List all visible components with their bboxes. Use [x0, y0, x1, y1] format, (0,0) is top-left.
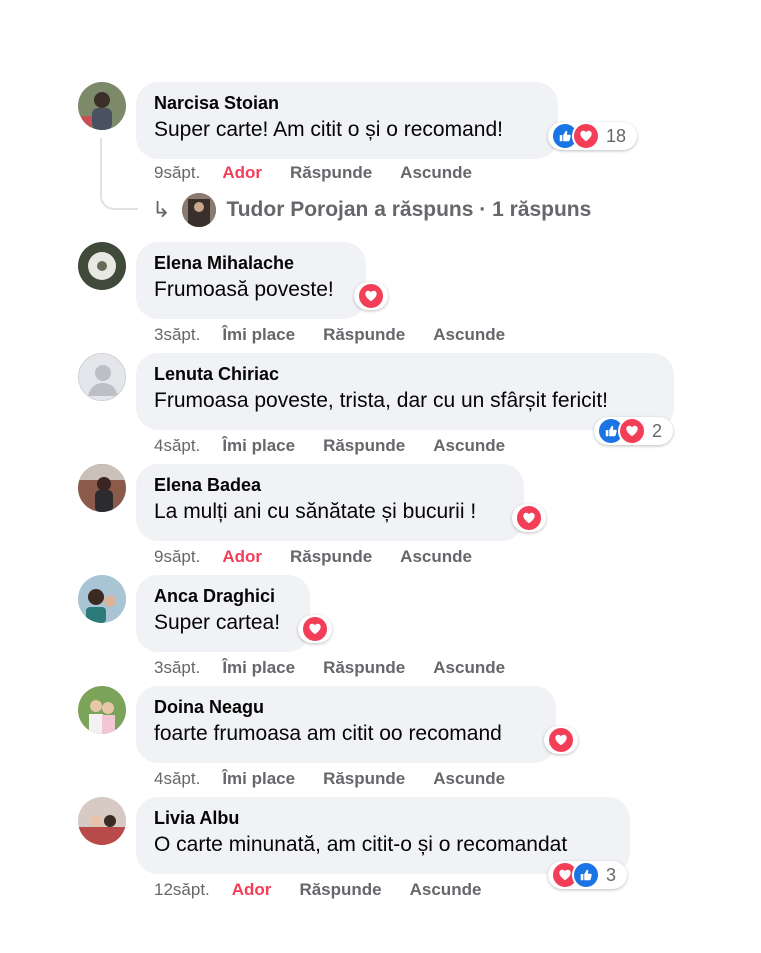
comment-text: Super carte! Am citit o și o recomand! — [154, 118, 503, 141]
reaction-summary[interactable] — [354, 282, 388, 310]
heart-icon — [618, 417, 646, 445]
comment-text: O carte minunată, am citit-o și o recoma… — [154, 833, 568, 856]
comment-timestamp[interactable]: 9săpt. — [154, 546, 200, 568]
reaction-count: 18 — [606, 125, 627, 146]
avatar[interactable] — [78, 464, 126, 512]
like-button[interactable]: Ador — [222, 162, 262, 184]
hide-button[interactable]: Ascunde — [433, 435, 505, 457]
avatar[interactable] — [78, 686, 126, 734]
comment-timestamp[interactable]: 4săpt. — [154, 768, 200, 790]
like-button[interactable]: Ador — [222, 546, 262, 568]
reply-button[interactable]: Răspunde — [290, 162, 372, 184]
reply-button[interactable]: Răspunde — [299, 879, 381, 901]
comment-bubble: Elena Badea La mulți ani cu sănătate și … — [136, 464, 524, 541]
reaction-count: 3 — [606, 864, 617, 885]
hide-button[interactable]: Ascunde — [400, 546, 472, 568]
comment-actions: 3săpt. Îmi place Răspunde Ascunde — [154, 657, 533, 679]
comment-text: La mulți ani cu sănătate și bucurii ! — [154, 500, 477, 523]
hide-button[interactable]: Ascunde — [433, 324, 505, 346]
heart-icon — [301, 615, 329, 643]
comment-author[interactable]: Livia Albu — [154, 806, 612, 830]
comment: Elena Badea La mulți ani cu sănătate și … — [78, 464, 738, 566]
reply-button[interactable]: Răspunde — [323, 768, 405, 790]
reaction-summary[interactable]: 2 — [594, 417, 674, 445]
comment-bubble: Doina Neagu foarte frumoasa am citit oo … — [136, 686, 556, 763]
comment: Elena Mihalache Frumoasă poveste! 3săpt.… — [78, 242, 738, 344]
hide-button[interactable]: Ascunde — [433, 768, 505, 790]
like-button[interactable]: Ador — [232, 879, 272, 901]
reply-button[interactable]: Răspunde — [323, 657, 405, 679]
comment-text: foarte frumoasa am citit oo recomand — [154, 722, 502, 745]
replies-summary[interactable]: Tudor Porojan a răspuns · 1 răspuns — [226, 198, 591, 222]
comment-timestamp[interactable]: 3săpt. — [154, 324, 200, 346]
avatar[interactable] — [78, 797, 126, 845]
comment-author[interactable]: Anca Draghici — [154, 584, 292, 608]
like-button[interactable]: Îmi place — [222, 324, 295, 346]
comment-timestamp[interactable]: 3săpt. — [154, 657, 200, 679]
avatar[interactable] — [78, 242, 126, 290]
hide-button[interactable]: Ascunde — [400, 162, 472, 184]
reply-button[interactable]: Răspunde — [323, 435, 405, 457]
comment-author[interactable]: Doina Neagu — [154, 695, 538, 719]
comment-text: Super cartea! — [154, 611, 281, 634]
comment: Doina Neagu foarte frumoasa am citit oo … — [78, 686, 738, 788]
comment-bubble: Elena Mihalache Frumoasă poveste! — [136, 242, 366, 319]
thread-connector — [100, 138, 138, 210]
reaction-summary[interactable] — [512, 504, 546, 532]
comment-timestamp[interactable]: 12săpt. — [154, 879, 210, 901]
like-button[interactable]: Îmi place — [222, 657, 295, 679]
comment-actions: 9săpt. Ador Răspunde Ascunde — [154, 162, 500, 184]
hide-button[interactable]: Ascunde — [410, 879, 482, 901]
heart-icon — [357, 282, 385, 310]
like-button[interactable]: Îmi place — [222, 768, 295, 790]
comment-timestamp[interactable]: 4săpt. — [154, 435, 200, 457]
reply-arrow-icon: ↳ — [152, 197, 171, 222]
avatar[interactable] — [78, 353, 126, 401]
reply-button[interactable]: Răspunde — [323, 324, 405, 346]
comment-bubble: Narcisa Stoian Super carte! Am citit o ș… — [136, 82, 558, 159]
reaction-summary[interactable] — [298, 615, 332, 643]
comment-bubble: Anca Draghici Super cartea! — [136, 575, 310, 652]
heart-icon — [572, 122, 600, 150]
like-button[interactable]: Îmi place — [222, 435, 295, 457]
reaction-summary[interactable] — [544, 726, 578, 754]
comment-author[interactable]: Narcisa Stoian — [154, 91, 540, 115]
reaction-summary[interactable]: 18 — [548, 122, 638, 150]
comment: Lenuta Chiriac Frumoasa poveste, trista,… — [78, 353, 738, 455]
comment: Narcisa Stoian Super carte! Am citit o ș… — [78, 82, 738, 182]
comment-actions: 12săpt. Ador Răspunde Ascunde — [154, 879, 509, 901]
thumbs-up-icon — [572, 861, 600, 889]
comment-actions: 4săpt. Îmi place Răspunde Ascunde — [154, 768, 533, 790]
avatar[interactable] — [78, 82, 126, 130]
comment-actions: 4săpt. Îmi place Răspunde Ascunde — [154, 435, 533, 457]
comment-bubble: Lenuta Chiriac Frumoasa poveste, trista,… — [136, 353, 674, 430]
comment-text: Frumoasa poveste, trista, dar cu un sfâr… — [154, 389, 609, 412]
comment: Livia Albu O carte minunată, am citit-o … — [78, 797, 738, 907]
replier-avatar — [182, 193, 217, 227]
comment: Anca Draghici Super cartea! 3săpt. Îmi p… — [78, 575, 738, 677]
comment-timestamp[interactable]: 9săpt. — [154, 162, 200, 184]
comment-author[interactable]: Elena Badea — [154, 473, 506, 497]
comment-author[interactable]: Lenuta Chiriac — [154, 362, 656, 386]
heart-icon — [547, 726, 575, 754]
heart-icon — [515, 504, 543, 532]
comment-text: Frumoasă poveste! — [154, 278, 334, 301]
avatar[interactable] — [78, 575, 126, 623]
view-replies-link[interactable]: ↳ Tudor Porojan a răspuns · 1 răspuns — [152, 192, 591, 228]
comment-actions: 3săpt. Îmi place Răspunde Ascunde — [154, 324, 533, 346]
comment-author[interactable]: Elena Mihalache — [154, 251, 348, 275]
comment-actions: 9săpt. Ador Răspunde Ascunde — [154, 546, 500, 568]
hide-button[interactable]: Ascunde — [433, 657, 505, 679]
reply-button[interactable]: Răspunde — [290, 546, 372, 568]
reaction-count: 2 — [652, 420, 663, 441]
reaction-summary[interactable]: 3 — [548, 861, 628, 889]
